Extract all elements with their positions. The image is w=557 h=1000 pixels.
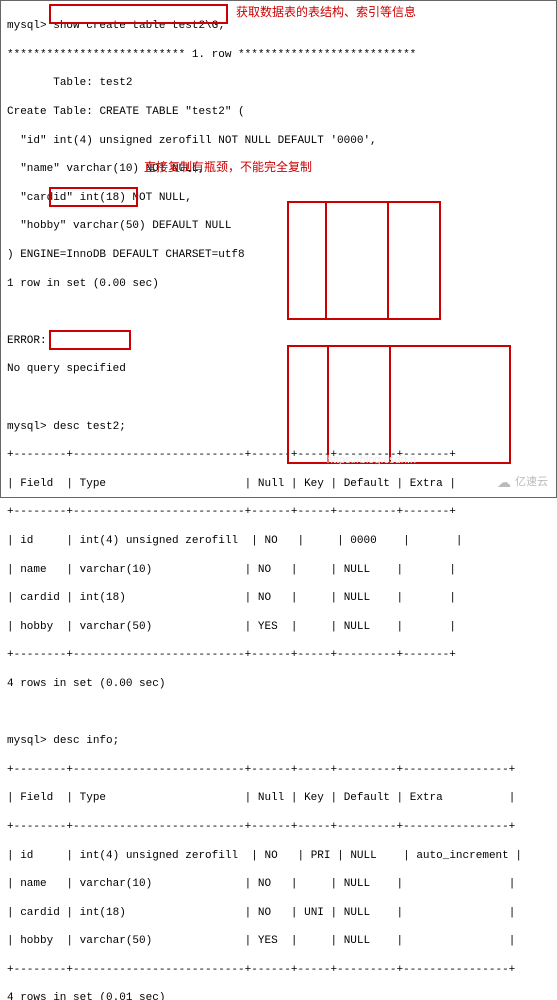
- table-row: | cardid | int(18) | NO | | NULL | |: [7, 591, 550, 605]
- table-row: | hobby | varchar(50) | YES | | NULL | |: [7, 934, 550, 948]
- stmt-open: CREATE TABLE "test2" (: [99, 106, 244, 118]
- command-desc-info[interactable]: desc info;: [53, 735, 119, 747]
- annotation-text: 获取数据表的表结构、索引等信息: [236, 5, 416, 21]
- row-marker: *************************** 1. row *****…: [7, 48, 550, 62]
- mysql-prompt: mysql>: [7, 421, 47, 433]
- cloud-icon: ☁: [497, 473, 511, 491]
- table-row: | name | varchar(10) | NO | | NULL | |: [7, 877, 550, 891]
- table-row: | id | int(4) unsigned zerofill | NO | P…: [7, 849, 550, 863]
- mysql-prompt: mysql>: [7, 20, 47, 32]
- faint-watermark-url: https://blog.csdn.n: [327, 453, 416, 467]
- command-show-create[interactable]: show create table test2\G;: [53, 20, 225, 32]
- col-def: "hobby" varchar(50) DEFAULT NULL: [20, 220, 231, 232]
- table-row: | cardid | int(18) | NO | UNI | NULL | |: [7, 906, 550, 920]
- table-header-row: | Field | Type | Null | Key | Default | …: [7, 477, 550, 491]
- table-row: | id | int(4) unsigned zerofill | NO | |…: [7, 534, 550, 548]
- watermark-text: 亿速云: [515, 475, 548, 489]
- table-border: +--------+--------------------------+---…: [7, 763, 550, 777]
- table-border: +--------+--------------------------+---…: [7, 820, 550, 834]
- terminal-window: mysql> show create table test2\G; ******…: [0, 0, 557, 498]
- table-border: +--------+--------------------------+---…: [7, 648, 550, 662]
- col-def: "cardid" int(18) NOT NULL,: [20, 192, 192, 204]
- table-header-row: | Field | Type | Null | Key | Default | …: [7, 791, 550, 805]
- mysql-prompt: mysql>: [7, 735, 47, 747]
- table-row: | name | varchar(10) | NO | | NULL | |: [7, 563, 550, 577]
- error-label: ERROR:: [7, 334, 550, 348]
- label-table: Table:: [53, 77, 93, 89]
- table-row: | hobby | varchar(50) | YES | | NULL | |: [7, 620, 550, 634]
- timing-row: 1 row in set (0.00 sec): [7, 277, 550, 291]
- stmt-close: ) ENGINE=InnoDB DEFAULT CHARSET=utf8: [7, 248, 550, 262]
- label-create-table: Create Table:: [7, 106, 93, 118]
- timing-row: 4 rows in set (0.00 sec): [7, 677, 550, 691]
- timing-row: 4 rows in set (0.01 sec): [7, 991, 550, 1000]
- table-name: test2: [99, 77, 132, 89]
- table-border: +--------+--------------------------+---…: [7, 963, 550, 977]
- command-desc-test2[interactable]: desc test2;: [53, 421, 126, 433]
- table-border: +--------+--------------------------+---…: [7, 505, 550, 519]
- col-def: "id" int(4) unsigned zerofill NOT NULL D…: [20, 135, 376, 147]
- annotation-text: 直接复制有瓶颈，不能完全复制: [144, 160, 312, 176]
- watermark: ☁ 亿速云: [497, 473, 548, 491]
- table-border: +--------+--------------------------+---…: [7, 448, 550, 462]
- error-msg: No query specified: [7, 362, 550, 376]
